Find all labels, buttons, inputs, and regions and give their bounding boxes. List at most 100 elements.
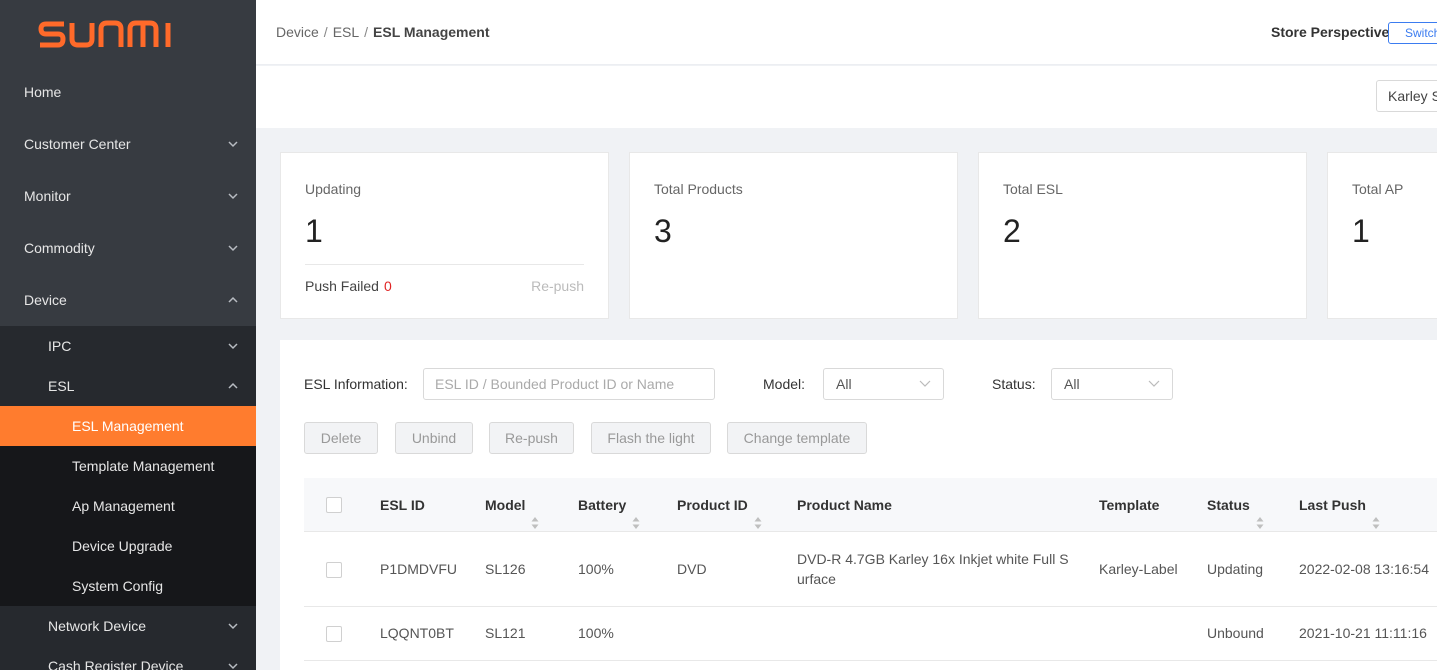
chevron-down-icon <box>228 170 238 222</box>
sidebar-item-label: ESL <box>48 378 75 394</box>
column-last-push[interactable]: Last Push <box>1299 478 1380 532</box>
change-template-button[interactable]: Change template <box>727 422 867 454</box>
sidebar-item-label: System Config <box>72 578 164 594</box>
row-checkbox[interactable] <box>326 626 342 642</box>
sidebar-item-device-upgrade[interactable]: Device Upgrade <box>0 526 256 566</box>
repush-link[interactable]: Re-push <box>531 278 584 294</box>
column-status[interactable]: Status <box>1207 478 1264 532</box>
sidebar-item-customer-center[interactable]: Customer Center <box>0 118 256 170</box>
table-row[interactable]: P1DMDVFU SL126 100% DVD DVD-R 4.7GB Karl… <box>304 532 1437 607</box>
sidebar-item-label: Network Device <box>48 618 147 634</box>
table-row[interactable]: LQQNT0BT SL121 100% Unbound 2021-10-21 1… <box>304 607 1437 661</box>
push-failed-count: 0 <box>384 278 392 294</box>
row-checkbox[interactable] <box>326 562 342 578</box>
cell-esl-id: P1DMDVFU <box>380 561 458 577</box>
unbind-button[interactable]: Unbind <box>395 422 473 454</box>
sidebar-item-cash-register-device[interactable]: Cash Register Device <box>0 646 256 670</box>
cell-product-name: DVD-R 4.7GB Karley 16x Inkjet white Full… <box>797 551 1069 587</box>
sidebar-item-label: Commodity <box>24 240 95 256</box>
store-select[interactable]: Karley S <box>1376 80 1437 112</box>
sidebar-item-label: Customer Center <box>24 136 131 152</box>
sidebar-item-home[interactable]: Home <box>0 66 256 118</box>
breadcrumb-esl[interactable]: ESL <box>333 24 359 40</box>
breadcrumb-current: ESL Management <box>373 24 490 40</box>
model-select-value: All <box>836 376 852 392</box>
sidebar-item-commodity[interactable]: Commodity <box>0 222 256 274</box>
sidebar: Home Customer Center Monitor Commodity Devic… <box>0 0 256 670</box>
stat-value: 1 <box>1352 213 1370 249</box>
stat-value: 2 <box>1003 213 1021 249</box>
sort-icon[interactable] <box>632 498 640 530</box>
breadcrumb: Device / ESL / ESL Management <box>276 24 489 40</box>
sidebar-item-label: Home <box>24 84 62 100</box>
chevron-down-icon <box>228 326 238 366</box>
flash-light-button[interactable]: Flash the light <box>591 422 711 454</box>
sunmi-logo[interactable] <box>0 0 256 66</box>
chevron-down-icon <box>228 222 238 274</box>
esl-search-input[interactable]: ESL ID / Bounded Product ID or Name <box>423 368 715 400</box>
sidebar-item-label: Template Management <box>72 458 215 474</box>
sidebar-item-template-management[interactable]: Template Management <box>0 446 256 486</box>
sidebar-item-monitor[interactable]: Monitor <box>0 170 256 222</box>
sort-icon[interactable] <box>1372 498 1380 530</box>
cell-status: Unbound <box>1207 625 1264 641</box>
sidebar-item-network-device[interactable]: Network Device <box>0 606 256 646</box>
column-model[interactable]: Model <box>485 478 539 532</box>
cell-last-push: 2021-10-21 11:11:16 <box>1299 625 1427 641</box>
sidebar-item-esl[interactable]: ESL <box>0 366 256 406</box>
cell-esl-id: LQQNT0BT <box>380 625 454 641</box>
sidebar-item-label: Device Upgrade <box>72 538 173 554</box>
card-divider <box>305 264 584 265</box>
stat-value: 3 <box>654 213 672 249</box>
select-all-checkbox[interactable] <box>326 497 342 513</box>
stat-label: Total ESL <box>1003 181 1063 197</box>
store-bar: Karley S <box>256 66 1437 128</box>
cell-product-id: DVD <box>677 561 707 577</box>
delete-button[interactable]: Delete <box>304 422 378 454</box>
repush-button[interactable]: Re-push <box>489 422 574 454</box>
sidebar-item-device[interactable]: Device <box>0 274 256 326</box>
stat-label: Total AP <box>1352 181 1404 197</box>
stat-value: 1 <box>305 213 323 249</box>
sort-icon[interactable] <box>531 498 539 530</box>
cell-battery: 100% <box>578 625 614 641</box>
top-header: Device / ESL / ESL Management Store Perspect… <box>256 0 1437 65</box>
sidebar-item-esl-management[interactable]: ESL Management <box>0 406 256 446</box>
stat-card-total-ap: Total AP 1 <box>1327 152 1437 319</box>
sidebar-item-ipc[interactable]: IPC <box>0 326 256 366</box>
breadcrumb-separator: / <box>364 24 369 40</box>
sidebar-item-label: Ap Management <box>72 498 175 514</box>
cell-battery: 100% <box>578 561 614 577</box>
stat-card-total-esl: Total ESL 2 <box>978 152 1307 319</box>
breadcrumb-device[interactable]: Device <box>276 24 319 40</box>
chevron-down-icon <box>228 646 238 670</box>
sort-icon[interactable] <box>1256 498 1264 530</box>
cell-last-push: 2022-02-08 13:16:54 <box>1299 561 1429 577</box>
switch-button[interactable]: Switch <box>1388 22 1437 44</box>
push-failed-label: Push Failed <box>305 278 379 294</box>
column-product-name: Product Name <box>797 497 892 513</box>
sidebar-item-ap-management[interactable]: Ap Management <box>0 486 256 526</box>
status-select-value: All <box>1064 376 1080 392</box>
chevron-down-icon <box>1148 369 1160 399</box>
chevron-up-icon <box>228 366 238 406</box>
sidebar-item-label: ESL Management <box>72 418 184 434</box>
column-esl-id: ESL ID <box>380 497 425 513</box>
stat-label: Total Products <box>654 181 743 197</box>
stat-card-updating: Updating 1 Push Failed 0 Re-push <box>280 152 609 319</box>
breadcrumb-separator: / <box>323 24 328 40</box>
status-select[interactable]: All <box>1051 368 1173 400</box>
sort-icon[interactable] <box>754 498 762 530</box>
sidebar-item-label: Cash Register Device <box>48 658 184 670</box>
column-battery[interactable]: Battery <box>578 478 640 532</box>
column-product-id[interactable]: Product ID <box>677 478 762 532</box>
sidebar-item-label: Device <box>24 292 67 308</box>
store-perspective-label: Store Perspective <box>1271 24 1390 40</box>
chevron-down-icon <box>919 369 931 399</box>
status-label: Status: <box>992 376 1036 392</box>
model-select[interactable]: All <box>823 368 944 400</box>
sidebar-item-label: IPC <box>48 338 72 354</box>
sidebar-item-system-config[interactable]: System Config <box>0 566 256 606</box>
stat-card-total-products: Total Products 3 <box>629 152 958 319</box>
stat-label: Updating <box>305 181 362 197</box>
